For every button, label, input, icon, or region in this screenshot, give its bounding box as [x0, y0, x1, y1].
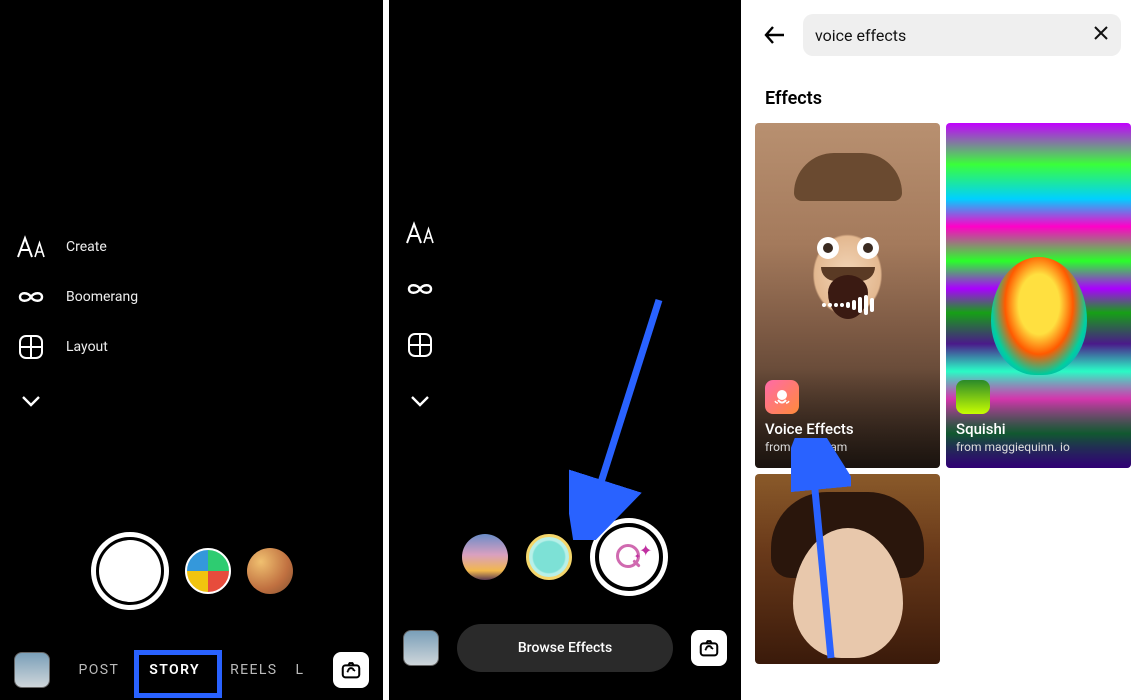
face-illustration — [991, 257, 1087, 375]
panel-story-camera: Create Boomerang Layout POS — [0, 0, 389, 700]
infinity-icon — [16, 282, 46, 312]
tool-layout[interactable]: Layout — [16, 332, 138, 362]
effects-grid: Voice Effects from instagram Squishi fro… — [747, 123, 1139, 664]
effect-card-voice-effects[interactable]: Voice Effects from instagram — [755, 123, 940, 468]
browse-effects-lens-inner: ✦✦ — [599, 527, 659, 587]
effect-card-3[interactable] — [755, 474, 940, 664]
bottom-bar: POST STORY REELS L — [0, 652, 383, 688]
shutter-row — [0, 532, 383, 610]
audio-wave-icon — [822, 295, 874, 315]
panel-effects-search: voice effects Effects Voice Effec — [747, 0, 1139, 700]
browse-effects-button[interactable]: Browse Effects — [457, 624, 673, 672]
switch-camera-button[interactable] — [333, 652, 369, 688]
annotation-arrow — [569, 290, 689, 540]
effects-carousel[interactable]: ✦✦ — [389, 518, 741, 596]
layout-grid-icon — [16, 332, 46, 362]
tool-create-label: Create — [66, 239, 107, 255]
effect-title: Voice Effects — [765, 420, 930, 438]
search-input-value: voice effects — [815, 26, 1093, 45]
chevron-down-icon[interactable] — [405, 386, 435, 416]
tool-layout-label: Layout — [66, 339, 108, 355]
bottom-bar: Browse Effects — [389, 624, 741, 672]
switch-camera-icon — [698, 637, 720, 659]
effect-thumbnail-sunset[interactable] — [462, 534, 508, 580]
mode-post[interactable]: POST — [79, 662, 120, 678]
gallery-thumbnail[interactable] — [403, 630, 439, 666]
mode-live[interactable]: L — [295, 662, 304, 678]
effect-card-squishi[interactable]: Squishi from maggiequinn. io — [946, 123, 1131, 468]
tool-boomerang[interactable]: Boomerang — [16, 282, 138, 312]
browse-effects-lens[interactable]: ✦✦ — [590, 518, 668, 596]
text-aa-icon — [16, 232, 46, 262]
effect-author: from instagram — [765, 440, 930, 454]
infinity-icon[interactable] — [405, 274, 435, 304]
browse-effects-label: Browse Effects — [518, 640, 612, 656]
left-tool-rail: Create Boomerang Layout — [16, 232, 138, 416]
clear-search-button[interactable] — [1093, 25, 1109, 46]
effect-card-overlay: Squishi from maggiequinn. io — [946, 368, 1131, 468]
effect-thumbnail-1[interactable] — [247, 548, 293, 594]
panel-browse-effects-camera: ✦✦ Browse Effects — [389, 0, 747, 700]
left-tool-rail — [405, 218, 435, 416]
effects-heading: Effects — [747, 70, 1139, 123]
chevron-down-icon — [16, 386, 46, 416]
search-header: voice effects — [747, 0, 1139, 70]
layout-grid-icon[interactable] — [405, 330, 435, 360]
effect-card-overlay: Voice Effects from instagram — [755, 368, 940, 468]
back-arrow-icon — [762, 22, 788, 48]
shutter-button[interactable] — [91, 532, 169, 610]
effect-badge-icon — [956, 380, 990, 414]
tool-boomerang-label: Boomerang — [66, 289, 138, 305]
mode-story[interactable]: STORY — [137, 654, 212, 686]
tool-create[interactable]: Create — [16, 232, 138, 262]
back-button[interactable] — [761, 21, 789, 49]
tool-more[interactable] — [16, 386, 138, 416]
close-icon — [1093, 25, 1109, 41]
switch-camera-button[interactable] — [691, 630, 727, 666]
effect-thumbnail-camera[interactable] — [526, 534, 572, 580]
shutter-inner — [99, 540, 161, 602]
search-sparkle-icon: ✦✦ — [614, 542, 644, 572]
effect-badge-icon — [765, 380, 799, 414]
effect-title: Squishi — [956, 420, 1121, 438]
switch-camera-icon — [340, 659, 362, 681]
effect-color-wheel[interactable] — [185, 548, 231, 594]
gallery-thumbnail[interactable] — [14, 652, 50, 688]
capture-mode-strip[interactable]: POST STORY REELS L — [64, 654, 319, 686]
text-aa-icon[interactable] — [405, 218, 435, 248]
mode-reels[interactable]: REELS — [230, 662, 277, 678]
effect-author: from maggiequinn. io — [956, 440, 1121, 454]
search-input[interactable]: voice effects — [803, 14, 1121, 56]
